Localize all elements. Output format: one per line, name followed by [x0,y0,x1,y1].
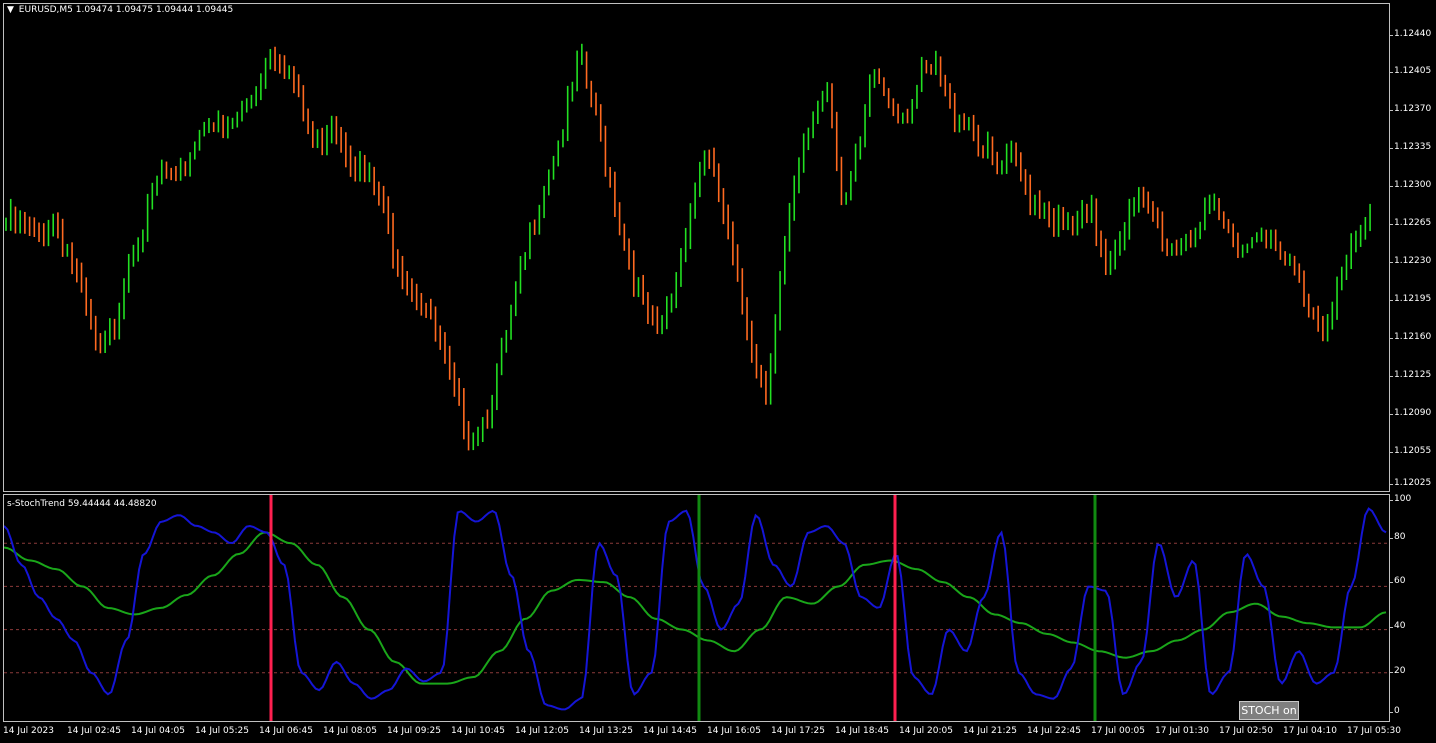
stoch-trend-chart [4,495,1389,721]
indicator-tick-label: 40 [1389,621,1406,631]
time-label: 17 Jul 01:30 [1155,726,1209,736]
indicator-tick-label: 80 [1389,532,1406,542]
time-axis[interactable]: 14 Jul 2023 14 Jul 02:45 14 Jul 04:05 14 Ju… [0,722,1401,743]
time-label: 14 Jul 21:25 [963,726,1017,736]
time-label: 14 Jul 2023 [3,726,54,736]
stoch-toggle-button[interactable]: STOCH on [1239,701,1299,720]
indicator-tick-label: 100 [1389,494,1412,504]
time-label: 17 Jul 05:30 [1347,726,1401,736]
price-axis[interactable]: 1.12440 1.12405 1.12370 1.12335 1.12300 1.122… [1389,3,1436,492]
time-label: 14 Jul 04:05 [131,726,185,736]
symbol-header[interactable]: ▼ EURUSD,M5 1.09474 1.09475 1.09444 1.09… [7,5,233,15]
time-label: 14 Jul 05:25 [195,726,249,736]
price-tick-label: 1.12370 [1389,104,1432,114]
price-tick-label: 1.12025 [1389,478,1432,488]
time-label: 14 Jul 13:25 [579,726,633,736]
indicator-label: s-StochTrend 59.44444 44.48820 [7,499,157,509]
candlestick-chart [5,43,1371,451]
price-tick-label: 1.12230 [1389,256,1432,266]
time-label: 14 Jul 02:45 [67,726,121,736]
price-tick-label: 1.12440 [1389,29,1432,39]
time-label: 14 Jul 22:45 [1027,726,1081,736]
price-tick-label: 1.12090 [1389,408,1432,418]
time-label: 14 Jul 16:05 [707,726,761,736]
price-tick-label: 1.12335 [1389,142,1432,152]
time-label: 17 Jul 02:50 [1219,726,1273,736]
time-label: 14 Jul 10:45 [451,726,505,736]
time-label: 14 Jul 14:45 [643,726,697,736]
time-label: 14 Jul 12:05 [515,726,569,736]
indicator-pane[interactable]: s-StochTrend 59.44444 44.48820 [3,494,1390,722]
stoch-fast-line [4,507,1387,711]
indicator-tick-label: 60 [1389,576,1406,586]
indicator-axis[interactable]: 100 80 60 40 20 0 [1389,494,1436,722]
price-tick-label: 1.12055 [1389,446,1432,456]
time-label: 14 Jul 20:05 [899,726,953,736]
price-tick-label: 1.12405 [1389,66,1432,76]
time-label: 17 Jul 04:10 [1283,726,1337,736]
symbol-label: EURUSD,M5 [18,5,73,15]
time-label: 14 Jul 17:25 [771,726,825,736]
price-chart-pane[interactable]: ▼ EURUSD,M5 1.09474 1.09475 1.09444 1.09… [3,3,1390,492]
price-tick-label: 1.12125 [1389,370,1432,380]
price-tick-label: 1.12300 [1389,180,1432,190]
time-label: 14 Jul 08:05 [323,726,377,736]
price-tick-label: 1.12265 [1389,218,1432,228]
time-label: 17 Jul 00:05 [1091,726,1145,736]
time-label: 14 Jul 18:45 [835,726,889,736]
dropdown-triangle-icon[interactable]: ▼ [7,5,14,15]
indicator-tick-label: 20 [1389,666,1406,676]
time-label: 14 Jul 06:45 [259,726,313,736]
indicator-tick-label: 0 [1390,706,1400,716]
ohlc-values: 1.09474 1.09475 1.09444 1.09445 [75,5,234,15]
time-label: 14 Jul 09:25 [387,726,441,736]
price-tick-label: 1.12195 [1389,294,1432,304]
price-tick-label: 1.12160 [1389,332,1432,342]
